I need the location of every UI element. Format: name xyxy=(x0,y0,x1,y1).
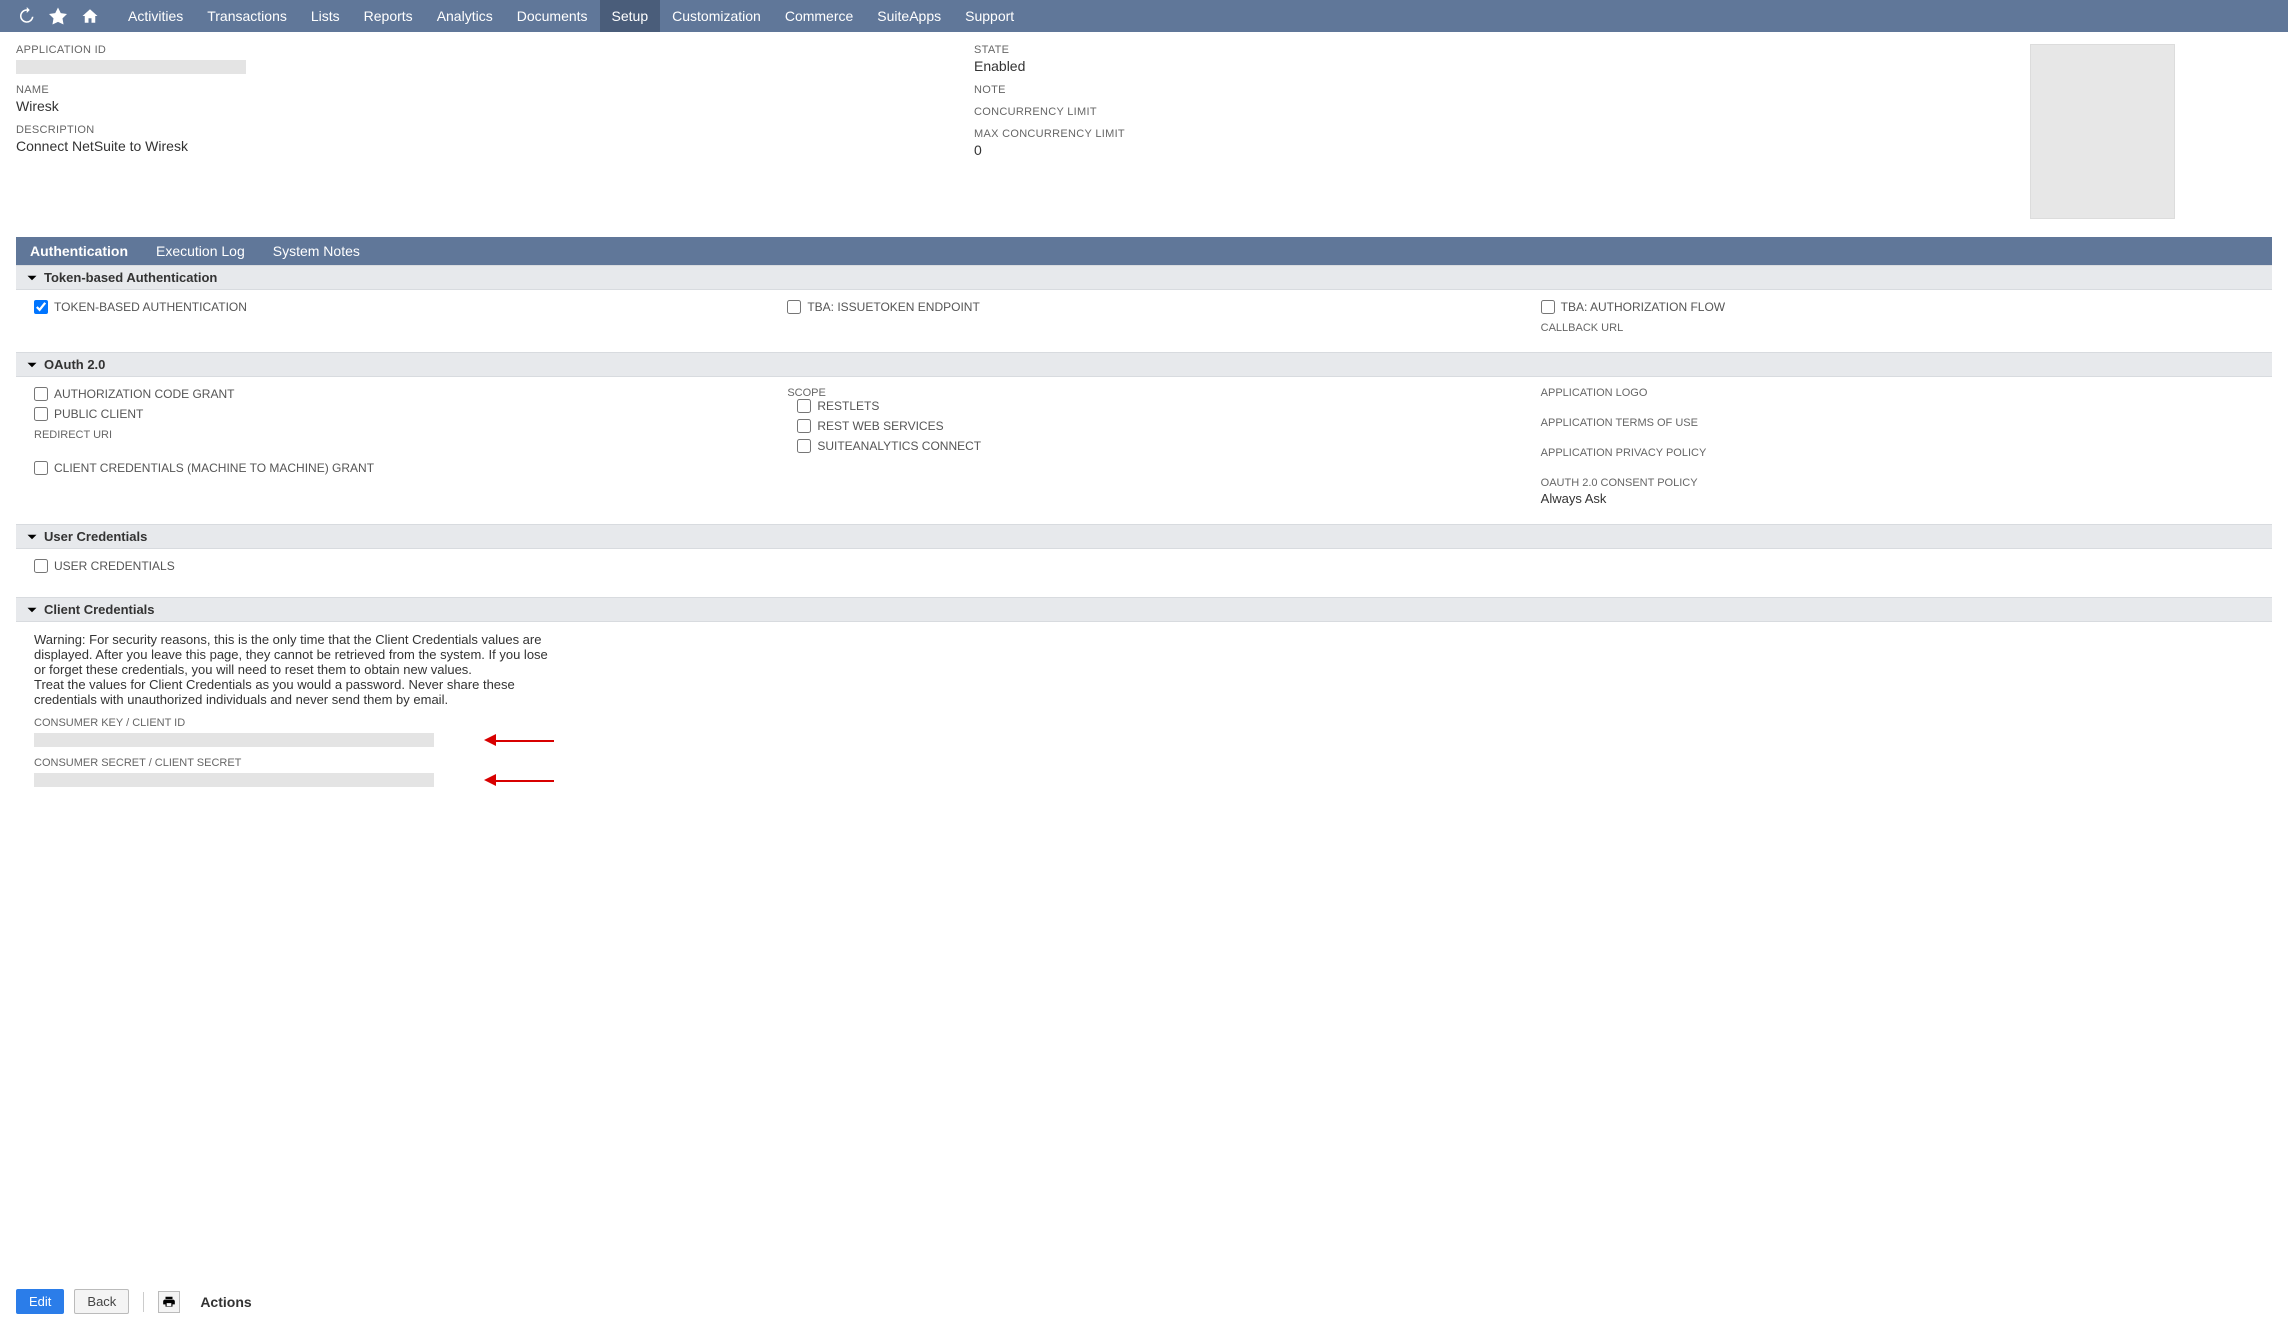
menu-support[interactable]: Support xyxy=(953,0,1026,32)
callback-url-label: CALLBACK URL xyxy=(1541,322,2254,334)
sa-connect-input[interactable] xyxy=(797,439,811,453)
tba-issuetoken-label: TBA: ISSUETOKEN ENDPOINT xyxy=(807,300,979,314)
section-title-oauth: OAuth 2.0 xyxy=(44,357,105,372)
max-concurrency-limit-label: MAX CONCURRENCY LIMIT xyxy=(974,128,1892,140)
token-based-auth-label: TOKEN-BASED AUTHENTICATION xyxy=(54,300,247,314)
token-based-auth-checkbox[interactable]: TOKEN-BASED AUTHENTICATION xyxy=(34,300,747,314)
subtab-authentication[interactable]: Authentication xyxy=(16,237,142,265)
auth-code-grant-input[interactable] xyxy=(34,387,48,401)
state-label: STATE xyxy=(974,44,1892,56)
scope-label: SCOPE xyxy=(787,387,1500,399)
note-label: NOTE xyxy=(974,84,1892,96)
user-credentials-input[interactable] xyxy=(34,559,48,573)
chevron-down-icon xyxy=(26,272,38,284)
public-client-checkbox[interactable]: PUBLIC CLIENT xyxy=(34,407,747,421)
home-icon[interactable] xyxy=(76,2,104,30)
public-client-label: PUBLIC CLIENT xyxy=(54,407,143,421)
auth-code-grant-checkbox[interactable]: AUTHORIZATION CODE GRANT xyxy=(34,387,747,401)
section-header-user-cred[interactable]: User Credentials xyxy=(16,524,2272,549)
sa-connect-label: SUITEANALYTICS CONNECT xyxy=(817,439,981,453)
menu-customization[interactable]: Customization xyxy=(660,0,773,32)
summary-fields: APPLICATION ID NAME Wiresk DESCRIPTION C… xyxy=(16,44,2272,219)
main-menu: Activities Transactions Lists Reports An… xyxy=(116,0,1026,32)
token-based-auth-input[interactable] xyxy=(34,300,48,314)
section-header-tba[interactable]: Token-based Authentication xyxy=(16,265,2272,290)
section-title-client-cred: Client Credentials xyxy=(44,602,155,617)
actions-menu[interactable]: Actions xyxy=(200,1294,251,1310)
client-cred-grant-label: CLIENT CREDENTIALS (MACHINE TO MACHINE) … xyxy=(54,461,374,475)
menu-activities[interactable]: Activities xyxy=(116,0,195,32)
user-credentials-checkbox[interactable]: USER CREDENTIALS xyxy=(34,559,2254,573)
subtabs: Authentication Execution Log System Note… xyxy=(16,237,2272,265)
tba-issuetoken-input[interactable] xyxy=(787,300,801,314)
top-nav: Activities Transactions Lists Reports An… xyxy=(0,0,2288,32)
tba-issuetoken-checkbox[interactable]: TBA: ISSUETOKEN ENDPOINT xyxy=(787,300,1500,314)
description-label: DESCRIPTION xyxy=(16,124,934,136)
client-cred-grant-checkbox[interactable]: CLIENT CREDENTIALS (MACHINE TO MACHINE) … xyxy=(34,461,747,475)
restlets-input[interactable] xyxy=(797,399,811,413)
rest-ws-input[interactable] xyxy=(797,419,811,433)
redirect-uri-label: REDIRECT URI xyxy=(34,429,747,441)
description-value: Connect NetSuite to Wiresk xyxy=(16,138,934,154)
application-id-label: APPLICATION ID xyxy=(16,44,934,56)
consumer-key-value xyxy=(34,733,434,747)
chevron-down-icon xyxy=(26,531,38,543)
restlets-label: RESTLETS xyxy=(817,399,879,413)
chevron-down-icon xyxy=(26,359,38,371)
client-cred-warning: Warning: For security reasons, this is t… xyxy=(34,632,554,707)
section-header-client-cred[interactable]: Client Credentials xyxy=(16,597,2272,622)
menu-suiteapps[interactable]: SuiteApps xyxy=(865,0,953,32)
state-value: Enabled xyxy=(974,58,1892,74)
separator xyxy=(143,1292,144,1312)
application-logo-preview xyxy=(2030,44,2175,219)
public-client-input[interactable] xyxy=(34,407,48,421)
edit-button[interactable]: Edit xyxy=(16,1289,64,1314)
user-credentials-label: USER CREDENTIALS xyxy=(54,559,175,573)
consumer-secret-label: CONSUMER SECRET / CLIENT SECRET xyxy=(34,757,2254,769)
section-title-user-cred: User Credentials xyxy=(44,529,147,544)
subtab-system-notes[interactable]: System Notes xyxy=(259,237,374,265)
menu-setup[interactable]: Setup xyxy=(600,0,661,32)
menu-transactions[interactable]: Transactions xyxy=(195,0,299,32)
name-label: NAME xyxy=(16,84,934,96)
page-content: APPLICATION ID NAME Wiresk DESCRIPTION C… xyxy=(0,32,2288,895)
menu-commerce[interactable]: Commerce xyxy=(773,0,865,32)
favorites-icon[interactable] xyxy=(44,2,72,30)
application-id-value xyxy=(16,60,246,74)
concurrency-limit-label: CONCURRENCY LIMIT xyxy=(974,106,1892,118)
consent-policy-value: Always Ask xyxy=(1541,491,2254,506)
consumer-secret-value xyxy=(34,773,434,787)
tba-auth-flow-input[interactable] xyxy=(1541,300,1555,314)
consumer-key-label: CONSUMER KEY / CLIENT ID xyxy=(34,717,2254,729)
recent-records-icon[interactable] xyxy=(12,2,40,30)
client-cred-grant-input[interactable] xyxy=(34,461,48,475)
chevron-down-icon xyxy=(26,604,38,616)
tba-auth-flow-checkbox[interactable]: TBA: AUTHORIZATION FLOW xyxy=(1541,300,2254,314)
print-button[interactable] xyxy=(158,1291,180,1313)
consent-policy-label: OAUTH 2.0 CONSENT POLICY xyxy=(1541,477,2254,489)
back-button[interactable]: Back xyxy=(74,1289,129,1314)
menu-documents[interactable]: Documents xyxy=(505,0,600,32)
subtab-execution-log[interactable]: Execution Log xyxy=(142,237,259,265)
sa-connect-checkbox[interactable]: SUITEANALYTICS CONNECT xyxy=(797,439,1500,453)
menu-lists[interactable]: Lists xyxy=(299,0,352,32)
auth-code-grant-label: AUTHORIZATION CODE GRANT xyxy=(54,387,234,401)
name-value: Wiresk xyxy=(16,98,934,114)
tba-auth-flow-label: TBA: AUTHORIZATION FLOW xyxy=(1561,300,1725,314)
print-icon xyxy=(162,1295,176,1309)
max-concurrency-limit-value: 0 xyxy=(974,142,1892,158)
rest-ws-label: REST WEB SERVICES xyxy=(817,419,943,433)
section-title-tba: Token-based Authentication xyxy=(44,270,217,285)
app-terms-label: APPLICATION TERMS OF USE xyxy=(1541,417,2254,429)
section-header-oauth[interactable]: OAuth 2.0 xyxy=(16,352,2272,377)
menu-reports[interactable]: Reports xyxy=(352,0,425,32)
rest-ws-checkbox[interactable]: REST WEB SERVICES xyxy=(797,419,1500,433)
app-privacy-label: APPLICATION PRIVACY POLICY xyxy=(1541,447,2254,459)
restlets-checkbox[interactable]: RESTLETS xyxy=(797,399,1500,413)
footer-actions: Edit Back Actions xyxy=(0,1279,2288,1324)
app-logo-label: APPLICATION LOGO xyxy=(1541,387,2254,399)
menu-analytics[interactable]: Analytics xyxy=(425,0,505,32)
